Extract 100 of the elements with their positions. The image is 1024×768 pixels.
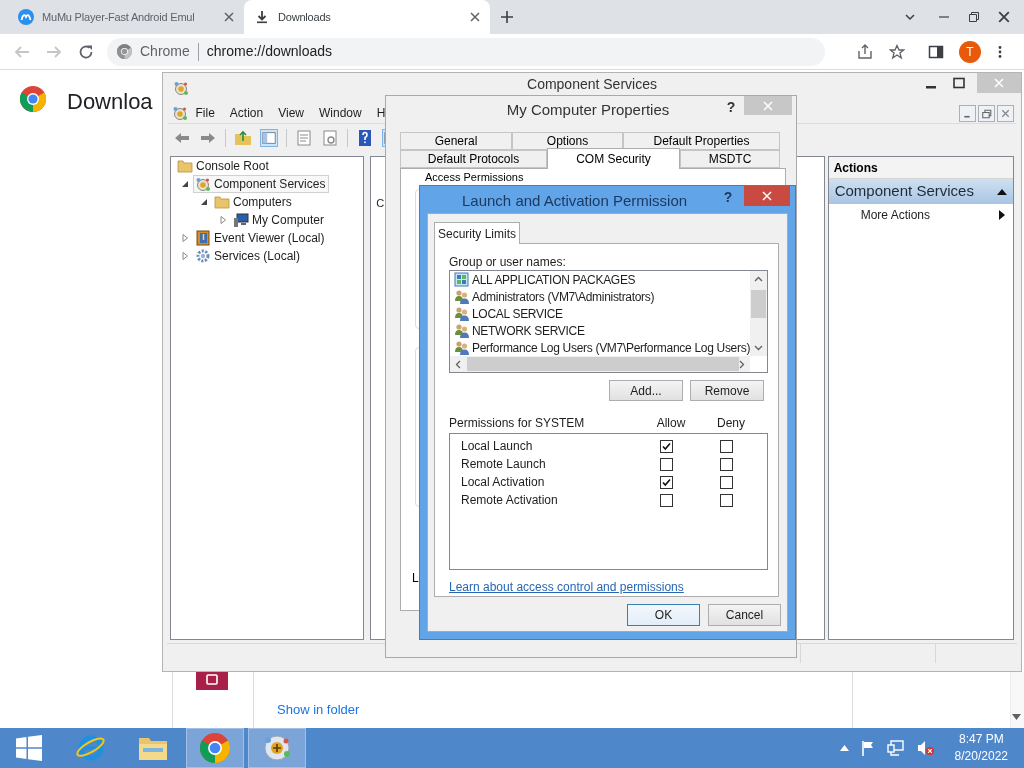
flag-icon[interactable]: [860, 740, 875, 756]
vertical-scrollbar[interactable]: [750, 271, 767, 356]
tab[interactable]: Default Protocols: [400, 150, 547, 168]
users-icon: [454, 306, 470, 322]
menu-item[interactable]: File: [188, 104, 223, 122]
windows-start-icon[interactable]: [16, 735, 42, 761]
tab[interactable]: MSDTC: [680, 150, 780, 168]
collapsed-icon[interactable]: [219, 216, 227, 224]
permission-name: Local Activation: [461, 474, 546, 491]
chrome-logo: [20, 86, 46, 112]
checkbox[interactable]: [720, 457, 733, 471]
maximize-icon[interactable]: [953, 77, 965, 89]
dialog-button[interactable]: Add...: [609, 380, 683, 401]
menu-item[interactable]: View: [270, 104, 312, 122]
side-panel-icon[interactable]: [928, 43, 944, 60]
section-header[interactable]: Component Services: [828, 179, 1013, 204]
list-item[interactable]: LOCAL SERVICE: [454, 305, 750, 323]
show-in-folder-link[interactable]: Show in folder: [277, 700, 360, 720]
restore-icon[interactable]: [968, 11, 980, 23]
tree-item[interactable]: Console Root: [175, 157, 273, 175]
expanded-icon[interactable]: [200, 198, 208, 206]
browser-tab[interactable]: MuMu Player-Fast Android Emul: [8, 0, 244, 34]
scroll-right-icon[interactable]: [739, 359, 745, 369]
address-bar[interactable]: Chrome chrome://downloads: [107, 37, 825, 66]
tree-item[interactable]: Event Viewer (Local): [193, 229, 329, 247]
users-icon: [454, 339, 470, 356]
checked-checkbox[interactable]: [660, 475, 673, 489]
refresh-icon[interactable]: [321, 129, 339, 147]
scroll-thumb[interactable]: [466, 357, 740, 371]
volume-muted-icon[interactable]: [916, 740, 935, 756]
tree-item[interactable]: Services (Local): [193, 247, 305, 265]
checkbox[interactable]: [720, 475, 733, 489]
gear-icon: [195, 248, 211, 264]
users-icon: [454, 322, 470, 339]
scroll-up-icon[interactable]: [754, 276, 763, 282]
collapsed-icon[interactable]: [181, 234, 189, 242]
restore-icon[interactable]: [978, 104, 995, 122]
tab[interactable]: COM Security: [547, 148, 680, 169]
clock[interactable]: 8:47 PM 8/20/2022: [954, 731, 1008, 765]
app-icon: [173, 80, 189, 96]
help-button[interactable]: ?: [724, 97, 738, 118]
file-icon: [196, 672, 228, 690]
close-icon[interactable]: [470, 12, 480, 22]
scroll-thumb[interactable]: [751, 290, 766, 318]
scroll-down-icon[interactable]: [1012, 714, 1021, 721]
help-icon[interactable]: [356, 129, 374, 147]
scroll-left-icon[interactable]: [455, 359, 461, 369]
tree-item[interactable]: Component Services: [193, 175, 330, 193]
action-item[interactable]: More Actions: [828, 204, 1013, 225]
scroll-down-icon[interactable]: [754, 345, 763, 351]
menu-item[interactable]: Action: [222, 104, 271, 122]
dialog-button[interactable]: Cancel: [708, 604, 781, 626]
computer-icon: [233, 212, 249, 228]
group-label: Access Permissions: [423, 171, 526, 183]
checkbox[interactable]: [720, 493, 733, 507]
close-icon[interactable]: [998, 11, 1010, 23]
tab[interactable]: General: [400, 132, 512, 150]
up-folder-icon[interactable]: [234, 129, 252, 147]
pane-text: C: [376, 197, 385, 209]
collapsed-icon[interactable]: [181, 252, 189, 260]
tab[interactable]: Security Limits: [434, 222, 520, 244]
new-tab-icon[interactable]: [500, 10, 514, 24]
dialog-button[interactable]: Remove: [690, 380, 764, 401]
checked-checkbox[interactable]: [660, 439, 673, 453]
menu-item[interactable]: Window: [311, 104, 370, 122]
help-button[interactable]: ?: [721, 187, 735, 208]
tree-item[interactable]: My Computer: [231, 211, 329, 229]
close-icon[interactable]: [224, 12, 234, 22]
list-item[interactable]: NETWORK SERVICE: [454, 322, 750, 340]
tree-item[interactable]: Computers: [212, 193, 296, 211]
show-hidden-icons-icon[interactable]: [839, 745, 849, 751]
show-tree-icon[interactable]: [260, 129, 278, 147]
checkbox[interactable]: [720, 439, 733, 453]
list-item[interactable]: Administrators (VM7\Administrators): [454, 288, 750, 306]
chrome-logo-icon: [117, 44, 132, 59]
profile-avatar[interactable]: T: [959, 40, 981, 63]
expanded-icon[interactable]: [181, 180, 189, 188]
help-link[interactable]: Learn about access control and permissions: [449, 578, 684, 596]
list-item[interactable]: Performance Log Users (VM7\Performance Log Users): [454, 339, 750, 356]
package-icon: [454, 272, 470, 289]
tab[interactable]: Default Properties: [623, 132, 780, 150]
horizontal-scrollbar[interactable]: [450, 356, 750, 372]
star-icon[interactable]: [889, 43, 905, 60]
column-header: Allow: [655, 415, 687, 432]
checkbox[interactable]: [660, 493, 673, 507]
share-icon[interactable]: [857, 43, 873, 60]
dialog-button[interactable]: OK: [627, 604, 700, 626]
permissions-label: Permissions for SYSTEM: [449, 415, 586, 432]
browser-tab[interactable]: Downloads: [244, 0, 490, 34]
network-icon[interactable]: [886, 740, 905, 756]
folder-icon: [177, 158, 193, 174]
checkbox[interactable]: [660, 457, 673, 471]
list-item[interactable]: ALL APPLICATION PACKAGES: [454, 272, 750, 289]
clock-date: 8/20/2022: [954, 748, 1008, 765]
chevron-down-icon[interactable]: [904, 11, 916, 23]
tab-title: Downloads: [278, 9, 332, 25]
taskbar-button[interactable]: [186, 728, 244, 768]
taskbar-button[interactable]: [248, 728, 306, 768]
permission-name: Remote Activation: [461, 492, 559, 509]
tab[interactable]: Options: [512, 132, 623, 150]
